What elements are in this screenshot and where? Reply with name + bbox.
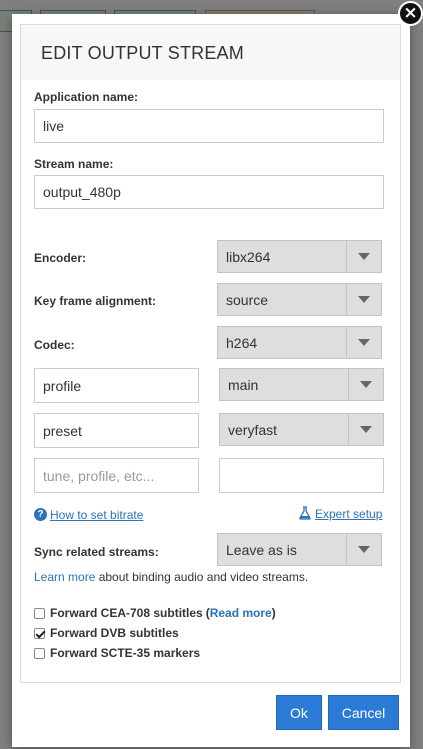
profile-value: main (228, 376, 259, 393)
keyframe-alignment-label: Key frame alignment: (34, 294, 157, 308)
forward-dvb-row[interactable]: Forward DVB subtitles (34, 626, 179, 640)
forward-scte35-row[interactable]: Forward SCTE-35 markers (34, 646, 200, 660)
param-key-input-extra[interactable]: tune, profile, etc... (34, 458, 199, 493)
codec-label: Codec: (34, 338, 75, 352)
edit-output-stream-dialog: EDIT OUTPUT STREAM Application name: liv… (12, 14, 410, 747)
dialog-header: EDIT OUTPUT STREAM (20, 24, 401, 81)
param-value-input-extra[interactable] (219, 458, 384, 493)
forward-scte35-checkbox[interactable] (34, 647, 45, 659)
profile-value-select[interactable]: main (219, 368, 384, 401)
encoder-select-value: libx264 (226, 248, 271, 265)
application-name-label: Application name: (34, 90, 139, 104)
stream-name-input[interactable]: output_480p (34, 175, 384, 209)
read-more-link[interactable]: Read more (210, 606, 272, 620)
param-key-input-preset[interactable]: preset (34, 413, 199, 448)
sync-help-suffix: about binding audio and video streams. (95, 570, 309, 584)
application-name-input[interactable]: live (34, 109, 384, 143)
chevron-down-icon (348, 369, 383, 400)
preset-value-select[interactable]: veryfast (219, 413, 384, 446)
sync-help-text: Learn more about binding audio and video… (34, 570, 308, 584)
forward-scte35-label: Forward SCTE-35 markers (50, 646, 201, 660)
dialog-body: Application name: live Stream name: outp… (20, 80, 401, 683)
forward-cea708-checkbox[interactable] (34, 607, 45, 619)
sync-related-streams-label: Sync related streams: (34, 545, 159, 559)
forward-cea708-row[interactable]: Forward CEA-708 subtitles (Read more) (34, 606, 276, 620)
chevron-down-icon (346, 327, 381, 358)
forward-dvb-label: Forward DVB subtitles (50, 626, 179, 640)
ok-button[interactable]: Ok (276, 695, 322, 730)
param-key-input-profile[interactable]: profile (34, 368, 199, 403)
chevron-down-icon (346, 534, 381, 565)
how-to-set-bitrate-link[interactable]: How to set bitrate (50, 508, 143, 522)
cancel-button[interactable]: Cancel (328, 695, 399, 730)
keyframe-alignment-select[interactable]: source (217, 283, 382, 316)
chevron-down-icon (346, 284, 381, 315)
encoder-label: Encoder: (34, 251, 87, 265)
codec-select-value: h264 (226, 334, 258, 351)
sync-related-streams-select[interactable]: Leave as is (217, 533, 382, 566)
codec-select[interactable]: h264 (217, 326, 382, 359)
close-icon[interactable]: × (398, 1, 423, 26)
chevron-down-icon (348, 414, 383, 445)
chevron-down-icon (346, 241, 381, 272)
dialog-title: EDIT OUTPUT STREAM (41, 43, 244, 63)
learn-more-link[interactable]: Learn more (34, 570, 95, 584)
preset-value: veryfast (228, 421, 278, 438)
flask-icon (299, 506, 311, 520)
forward-cea708-label: Forward CEA-708 subtitles (50, 606, 203, 620)
sync-related-streams-value: Leave as is (226, 541, 297, 558)
keyframe-alignment-value: source (226, 291, 269, 308)
expert-setup-link[interactable]: Expert setup (315, 507, 382, 521)
forward-dvb-checkbox[interactable] (34, 627, 45, 639)
encoder-select[interactable]: libx264 (217, 240, 382, 273)
stream-name-label: Stream name: (34, 157, 114, 171)
question-circle-icon: ? (34, 508, 47, 521)
